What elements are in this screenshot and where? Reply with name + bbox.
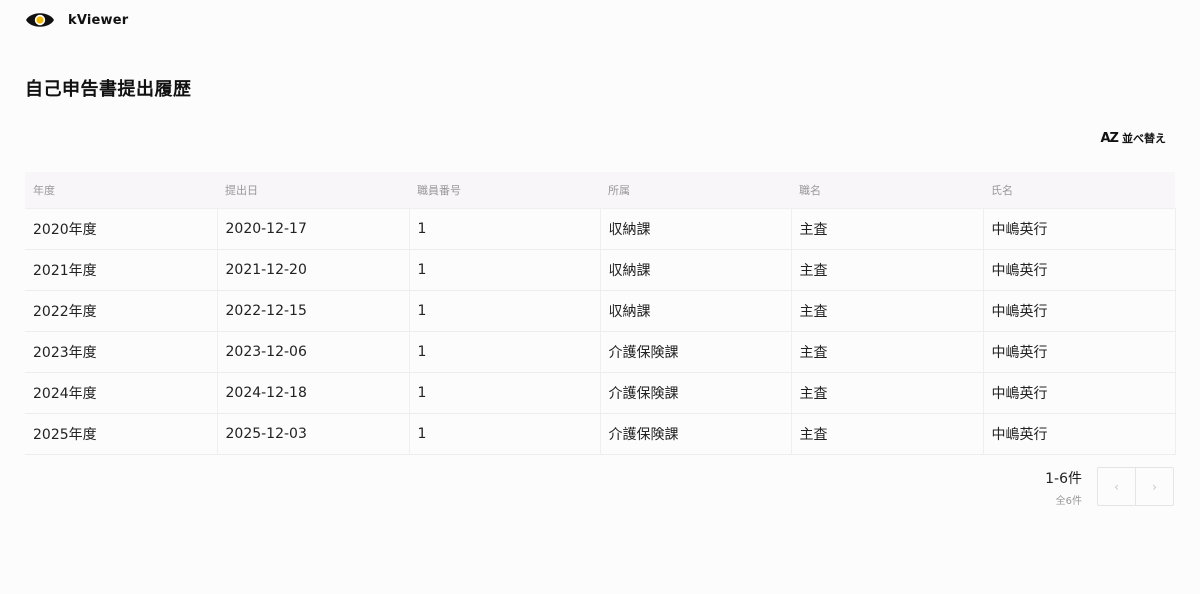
cell-submission-date: 2020-12-17 bbox=[216, 208, 409, 250]
cell-submission-date: 2021-12-20 bbox=[216, 249, 409, 291]
cell-job-title: 主査 bbox=[790, 290, 983, 332]
cell-fiscal-year: 2021年度 bbox=[25, 249, 217, 291]
table-row[interactable]: 2022年度 2022-12-15 1 収納課 主査 中嶋英行 bbox=[25, 290, 1176, 332]
cell-name: 中嶋英行 bbox=[982, 249, 1176, 291]
pagination-total: 全6件 bbox=[1055, 496, 1082, 507]
cell-submission-date: 2023-12-06 bbox=[216, 331, 409, 373]
app-name[interactable]: kViewer bbox=[68, 13, 128, 28]
cell-department: 収納課 bbox=[599, 249, 791, 291]
cell-name: 中嶋英行 bbox=[982, 372, 1176, 414]
sort-label: 並べ替え bbox=[1122, 132, 1166, 145]
pagination-range: 1-6件 bbox=[1045, 471, 1082, 487]
pagination-info: 1-6件 全6件 bbox=[1045, 468, 1082, 507]
cell-fiscal-year: 2022年度 bbox=[25, 290, 217, 332]
cell-name: 中嶋英行 bbox=[982, 290, 1176, 332]
table-header-row: 年度 提出日 職員番号 所属 職名 氏名 bbox=[25, 172, 1175, 209]
column-header-submission-date[interactable]: 提出日 bbox=[217, 172, 409, 209]
table-row[interactable]: 2023年度 2023-12-06 1 介護保険課 主査 中嶋英行 bbox=[25, 331, 1176, 373]
cell-employee-number: 1 bbox=[408, 413, 600, 455]
table-row[interactable]: 2024年度 2024-12-18 1 介護保険課 主査 中嶋英行 bbox=[25, 372, 1176, 414]
cell-fiscal-year: 2023年度 bbox=[25, 331, 217, 373]
next-page-button[interactable]: › bbox=[1135, 468, 1173, 505]
cell-department: 介護保険課 bbox=[599, 331, 791, 373]
cell-submission-date: 2024-12-18 bbox=[216, 372, 409, 414]
cell-job-title: 主査 bbox=[790, 249, 983, 291]
cell-job-title: 主査 bbox=[790, 331, 983, 373]
app-header: kViewer bbox=[24, 8, 128, 32]
table-row[interactable]: 2021年度 2021-12-20 1 収納課 主査 中嶋英行 bbox=[25, 249, 1176, 291]
prev-page-button[interactable]: ‹ bbox=[1098, 468, 1135, 505]
cell-name: 中嶋英行 bbox=[982, 413, 1176, 455]
history-table: 年度 提出日 職員番号 所属 職名 氏名 2020年度 2020-12-17 1… bbox=[25, 172, 1176, 455]
cell-employee-number: 1 bbox=[408, 372, 600, 414]
table-row[interactable]: 2025年度 2025-12-03 1 介護保険課 主査 中嶋英行 bbox=[25, 413, 1176, 455]
cell-employee-number: 1 bbox=[408, 290, 600, 332]
cell-name: 中嶋英行 bbox=[982, 331, 1176, 373]
column-header-job-title[interactable]: 職名 bbox=[791, 172, 983, 209]
cell-job-title: 主査 bbox=[790, 413, 983, 455]
cell-submission-date: 2025-12-03 bbox=[216, 413, 409, 455]
chevron-left-icon: ‹ bbox=[1114, 479, 1119, 494]
cell-submission-date: 2022-12-15 bbox=[216, 290, 409, 332]
cell-employee-number: 1 bbox=[408, 249, 600, 291]
cell-department: 収納課 bbox=[599, 290, 791, 332]
cell-department: 介護保険課 bbox=[599, 413, 791, 455]
cell-fiscal-year: 2024年度 bbox=[25, 372, 217, 414]
cell-job-title: 主査 bbox=[790, 372, 983, 414]
eye-icon[interactable] bbox=[24, 9, 56, 31]
sort-az-icon: AZ bbox=[1100, 130, 1119, 146]
page: kViewer 自己申告書提出履歴 AZ 並べ替え 年度 提出日 職員番号 所属 bbox=[0, 0, 1200, 594]
page-title: 自己申告書提出履歴 bbox=[25, 79, 192, 100]
cell-department: 収納課 bbox=[599, 208, 791, 250]
cell-employee-number: 1 bbox=[408, 208, 600, 250]
cell-employee-number: 1 bbox=[408, 331, 600, 373]
column-header-fiscal-year[interactable]: 年度 bbox=[25, 172, 217, 209]
cell-fiscal-year: 2020年度 bbox=[25, 208, 217, 250]
cell-job-title: 主査 bbox=[790, 208, 983, 250]
column-header-department[interactable]: 所属 bbox=[600, 172, 791, 209]
column-header-name[interactable]: 氏名 bbox=[983, 172, 1175, 209]
pager: ‹ › bbox=[1097, 467, 1174, 506]
history-table-container: 年度 提出日 職員番号 所属 職名 氏名 2020年度 2020-12-17 1… bbox=[25, 172, 1176, 455]
cell-department: 介護保険課 bbox=[599, 372, 791, 414]
column-header-employee-number[interactable]: 職員番号 bbox=[409, 172, 600, 209]
cell-name: 中嶋英行 bbox=[982, 208, 1176, 250]
cell-fiscal-year: 2025年度 bbox=[25, 413, 217, 455]
chevron-right-icon: › bbox=[1152, 479, 1157, 494]
table-row[interactable]: 2020年度 2020-12-17 1 収納課 主査 中嶋英行 bbox=[25, 208, 1176, 250]
sort-button[interactable]: AZ 並べ替え bbox=[1101, 128, 1167, 148]
